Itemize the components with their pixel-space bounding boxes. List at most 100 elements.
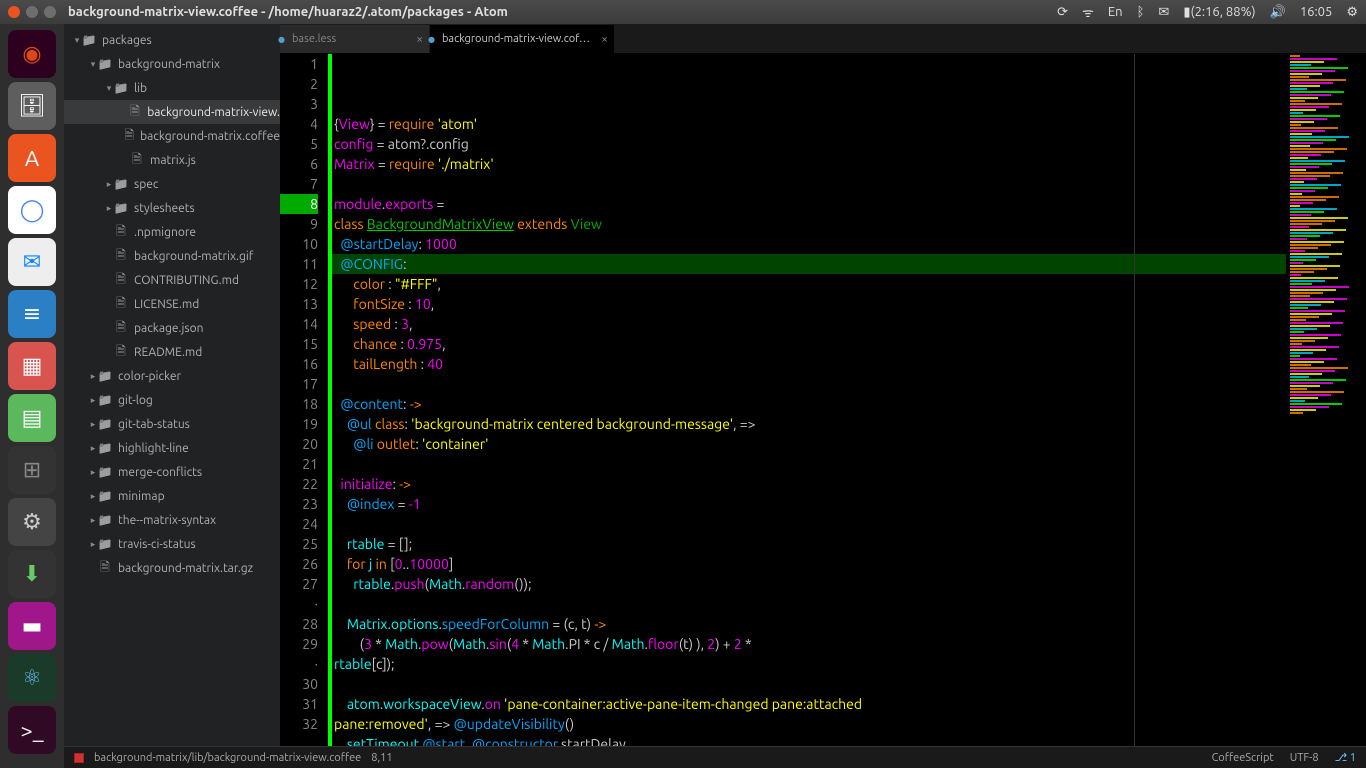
code-line[interactable]: setTimeout @start, @constructor.startDel… (332, 734, 1286, 746)
tree-folder-minimap[interactable]: ▸minimap (64, 484, 280, 508)
line-number[interactable]: 30 (280, 674, 318, 694)
line-number[interactable]: 28 (280, 614, 318, 634)
tree-folder-spec[interactable]: ▸spec (64, 172, 280, 196)
line-number[interactable]: 29 (280, 634, 318, 654)
close-icon[interactable]: × (601, 33, 608, 46)
code-line[interactable]: initialize: -> (332, 474, 1286, 494)
line-number[interactable]: 6 (280, 154, 318, 174)
line-number[interactable]: 11 (280, 254, 318, 274)
tree-folder-the--matrix-syntax[interactable]: ▸the--matrix-syntax (64, 508, 280, 532)
launcher-impress[interactable]: ▦ (8, 342, 56, 390)
line-number[interactable]: 2 (280, 74, 318, 94)
line-number[interactable]: 25 (280, 534, 318, 554)
code-line[interactable]: @ul class: 'background-matrix centered b… (332, 414, 1286, 434)
launcher-terminal[interactable]: >_ (8, 706, 56, 754)
line-number[interactable]: 1 (280, 54, 318, 74)
tree-file-matrix-js[interactable]: matrix.js (64, 148, 280, 172)
line-number[interactable]: 24 (280, 514, 318, 534)
wifi-icon[interactable]: ᯤ (1082, 3, 1094, 21)
launcher-chrome[interactable]: ◯ (8, 186, 56, 234)
battery-indicator[interactable]: ▮ (2:16, 88%) (1183, 5, 1255, 20)
code-line[interactable]: chance : 0.975, (332, 334, 1286, 354)
window-close-button[interactable] (8, 6, 20, 18)
line-number[interactable]: 13 (280, 294, 318, 314)
code-line[interactable]: fontSize : 10, (332, 294, 1286, 314)
line-number[interactable]: 31 (280, 694, 318, 714)
tree-file-package-json[interactable]: package.json (64, 316, 280, 340)
launcher-thunderbird[interactable]: ✉ (8, 238, 56, 286)
tree-file-license-md[interactable]: LICENSE.md (64, 292, 280, 316)
line-number[interactable]: 14 (280, 314, 318, 334)
line-number[interactable]: · (280, 654, 318, 674)
line-number[interactable]: 19 (280, 414, 318, 434)
mail-icon[interactable]: ✉ (1158, 5, 1169, 20)
launcher-atom[interactable]: ⚛ (8, 654, 56, 702)
launcher-files[interactable]: 🗄 (8, 82, 56, 130)
cursor-position[interactable]: 8,11 (371, 752, 392, 764)
file-path[interactable]: background-matrix/lib/background-matrix-… (94, 752, 361, 764)
grammar-selector[interactable]: CoffeeScript (1212, 752, 1274, 764)
code-line[interactable]: rtable[c]); (332, 654, 1286, 674)
tree-folder-lib[interactable]: ▾lib (64, 76, 280, 100)
keyboard-indicator[interactable]: En (1108, 5, 1123, 19)
line-number[interactable]: 23 (280, 494, 318, 514)
line-number[interactable]: 16 (280, 354, 318, 374)
line-number[interactable]: 20 (280, 434, 318, 454)
code-line[interactable] (332, 514, 1286, 534)
code-line[interactable] (332, 674, 1286, 694)
tree-folder-git-log[interactable]: ▸git-log (64, 388, 280, 412)
tree-file-background-matrix-coffee[interactable]: background-matrix.coffee (64, 124, 280, 148)
code-line[interactable]: for j in [0..10000] (332, 554, 1286, 574)
code-line[interactable]: {View} = require 'atom' (332, 114, 1286, 134)
line-number[interactable]: 9 (280, 214, 318, 234)
code-line[interactable]: atom.workspaceView.on 'pane-container:ac… (332, 694, 1286, 714)
line-number[interactable]: 12 (280, 274, 318, 294)
code-line[interactable]: rtable.push(Math.random()); (332, 574, 1286, 594)
line-number[interactable]: 27 (280, 574, 318, 594)
line-number[interactable]: 18 (280, 394, 318, 414)
code-line[interactable]: @CONFIG: (332, 254, 1286, 274)
close-icon[interactable]: × (416, 33, 423, 46)
code-line[interactable]: module.exports = (332, 194, 1286, 214)
code-line[interactable] (332, 454, 1286, 474)
launcher-dash[interactable]: ◉ (8, 30, 56, 78)
tree-folder-color-picker[interactable]: ▸color-picker (64, 364, 280, 388)
code-line[interactable]: config = atom?.config (332, 134, 1286, 154)
sync-icon[interactable]: ⟳ (1057, 5, 1068, 20)
code-line[interactable]: speed : 3, (332, 314, 1286, 334)
launcher-workspace[interactable]: ⊞ (8, 446, 56, 494)
tree-folder-packages[interactable]: ▾packages (64, 28, 280, 52)
line-number[interactable]: 4 (280, 114, 318, 134)
tree-file--npmignore[interactable]: .npmignore (64, 220, 280, 244)
tree-folder-highlight-line[interactable]: ▸highlight-line (64, 436, 280, 460)
line-number[interactable]: 21 (280, 454, 318, 474)
tree-view[interactable]: ▾packages▾background-matrix▾libbackgroun… (64, 24, 280, 746)
code-line[interactable]: Matrix.options.speedForColumn = (c, t) -… (332, 614, 1286, 634)
line-number[interactable]: 22 (280, 474, 318, 494)
tree-folder-stylesheets[interactable]: ▸stylesheets (64, 196, 280, 220)
code-line[interactable]: @index = -1 (332, 494, 1286, 514)
code-line[interactable]: @li outlet: 'container' (332, 434, 1286, 454)
clock[interactable]: 16:05 (1300, 5, 1333, 19)
code-line[interactable] (332, 374, 1286, 394)
code-line[interactable]: (3 * Math.pow(Math.sin(4 * Math.PI * c /… (332, 634, 1286, 654)
launcher-calc[interactable]: ▤ (8, 394, 56, 442)
tab-background-matrix-view-cof-[interactable]: background-matrix-view.cof…× (430, 25, 615, 53)
code-line[interactable] (332, 174, 1286, 194)
tree-file-readme-md[interactable]: README.md (64, 340, 280, 364)
launcher-app-pink[interactable]: ▬ (8, 602, 56, 650)
tree-file-background-matrix-view-coffee[interactable]: background-matrix-view. (64, 100, 280, 124)
launcher-writer[interactable]: ≡ (8, 290, 56, 338)
launcher-downloads[interactable]: ⬇ (8, 550, 56, 598)
volume-icon[interactable]: 🔊 (1270, 5, 1286, 20)
git-branch[interactable]: ⎇ 1 (1335, 751, 1356, 764)
code-line[interactable]: class BackgroundMatrixView extends View (332, 214, 1286, 234)
editor[interactable]: 1234567891011121314151617181920212223242… (280, 54, 1366, 746)
code-line[interactable]: tailLength : 40 (332, 354, 1286, 374)
launcher-software[interactable]: A (8, 134, 56, 182)
code-line[interactable] (332, 594, 1286, 614)
tree-folder-merge-conflicts[interactable]: ▸merge-conflicts (64, 460, 280, 484)
code-line[interactable]: rtable = []; (332, 534, 1286, 554)
code-area[interactable]: {View} = require 'atom'config = atom?.co… (332, 54, 1286, 746)
code-line[interactable]: pane:removed', => @updateVisibility() (332, 714, 1286, 734)
